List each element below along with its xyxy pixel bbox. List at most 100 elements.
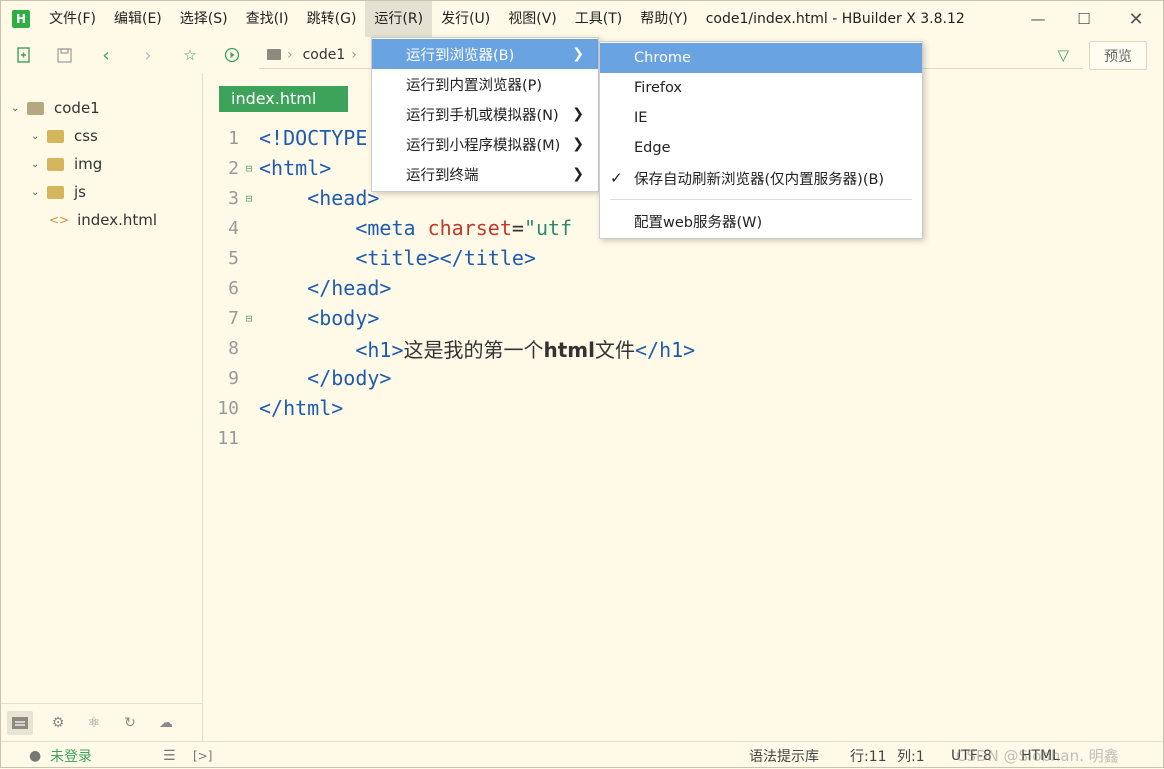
menu-publish[interactable]: 发行(U) (432, 1, 499, 37)
line-number: 7 (228, 307, 239, 329)
filter-icon[interactable]: ▽ (1057, 46, 1069, 64)
cursor-col: 列:1 (897, 748, 925, 765)
menu-find[interactable]: 查找(I) (237, 1, 298, 37)
user-icon: ● (29, 747, 42, 764)
app-window: H 文件(F) 编辑(E) 选择(S) 查找(I) 跳转(G) 运行(R) 发行… (0, 0, 1164, 768)
fold-toggle-icon[interactable]: ⊟ (239, 162, 259, 175)
code-text: <h1>这是我的第一个html文件</h1> (355, 337, 696, 362)
bookmark-star-icon[interactable]: ☆ (177, 42, 203, 68)
code-text: <meta charset="utf (355, 216, 573, 240)
menu-item-run-to-builtin-browser[interactable]: 运行到内置浏览器(P) (372, 69, 598, 99)
menu-item-ie[interactable]: IE (600, 103, 922, 133)
project-sidebar: ⌄ code1 ⌄ css ⌄ img ⌄ js <> index.html (1, 73, 203, 741)
line-number: 11 (217, 427, 239, 449)
line-number: 10 (217, 397, 239, 419)
terminal-icon[interactable]: [>] (193, 749, 212, 763)
back-icon[interactable]: ‹ (93, 42, 119, 68)
folder-icon (267, 49, 281, 60)
menu-view[interactable]: 视图(V) (499, 1, 566, 37)
code-line: 8 <h1>这是我的第一个html文件</h1> (203, 333, 1163, 363)
menu-select[interactable]: 选择(S) (171, 1, 237, 37)
code-line: 11 (203, 423, 1163, 453)
title-bar: H 文件(F) 编辑(E) 选择(S) 查找(I) 跳转(G) 运行(R) 发行… (1, 1, 1163, 37)
new-file-icon[interactable] (11, 42, 37, 68)
breadcrumb-project[interactable]: code1 (303, 47, 346, 63)
menu-tools[interactable]: 工具(T) (566, 1, 631, 37)
code-line: 9 </body> (203, 363, 1163, 393)
tree-item-js[interactable]: ⌄ js (31, 180, 86, 204)
tree-item-css[interactable]: ⌄ css (31, 124, 98, 148)
run-icon[interactable] (219, 42, 245, 68)
browser-submenu: Chrome Firefox IE Edge ✓ 保存自动刷新浏览器(仅内置服务… (599, 41, 923, 239)
menu-run[interactable]: 运行(R) (365, 1, 433, 37)
csdn-watermark: CSDN @Siobhan. 明鑫 (956, 747, 1119, 765)
chevron-right-icon: ❯ (572, 136, 584, 152)
menu-item-chrome[interactable]: Chrome (600, 43, 922, 73)
tree-item-index-html[interactable]: <> index.html (49, 208, 157, 232)
tree-item-img[interactable]: ⌄ img (31, 152, 102, 176)
fold-toggle-icon[interactable]: ⊟ (239, 192, 259, 205)
menu-item-run-to-miniprogram[interactable]: 运行到小程序模拟器(M) ❯ (372, 129, 598, 159)
close-icon[interactable]: ✕ (1113, 1, 1159, 37)
menu-item-auto-refresh[interactable]: ✓ 保存自动刷新浏览器(仅内置服务器)(B) (600, 163, 922, 193)
cursor-row: 行:11 (850, 748, 887, 765)
menu-item-firefox[interactable]: Firefox (600, 73, 922, 103)
tree-item-project[interactable]: ⌄ code1 (11, 96, 100, 120)
login-status[interactable]: 未登录 (50, 746, 92, 766)
git-icon[interactable]: ↻ (117, 711, 143, 735)
maximize-icon[interactable]: ☐ (1061, 1, 1107, 37)
project-folder-icon (27, 101, 44, 115)
code-text: <title></title> (259, 246, 536, 270)
chevron-right-icon: ❯ (572, 166, 584, 182)
forward-icon[interactable]: › (135, 42, 161, 68)
cloud-icon[interactable]: ☁ (153, 711, 179, 735)
fold-toggle-icon[interactable]: ⊟ (239, 312, 259, 325)
line-number: 3 (228, 187, 239, 209)
menu-separator (610, 199, 912, 200)
code-text: </head> (259, 276, 392, 300)
chevron-down-icon: ⌄ (31, 186, 40, 198)
tab-index-html[interactable]: index.html (219, 86, 348, 112)
menu-item-run-to-terminal[interactable]: 运行到终端 ❯ (372, 159, 598, 189)
syntax-library[interactable]: 语法提示库 (749, 746, 819, 766)
window-title: code1/index.html - HBuilder X 3.8.12 (705, 11, 965, 27)
code-line: 6 </head> (203, 273, 1163, 303)
tree-item-label: js (74, 183, 86, 201)
tree-item-label: index.html (77, 211, 158, 229)
line-number: 4 (228, 217, 239, 239)
tree-item-label: code1 (54, 99, 100, 117)
menu-edit[interactable]: 编辑(E) (105, 1, 171, 37)
menu-item-edge[interactable]: Edge (600, 133, 922, 163)
preview-button[interactable]: 预览 (1089, 41, 1147, 70)
menu-file[interactable]: 文件(F) (40, 1, 105, 37)
folder-icon (47, 157, 64, 171)
folder-icon (47, 129, 64, 143)
line-number: 5 (228, 247, 239, 269)
outline-icon[interactable]: ☰ (163, 748, 176, 764)
code-line: 10 </html> (203, 393, 1163, 423)
project-manager-icon[interactable] (7, 710, 33, 735)
chevron-right-icon: ❯ (572, 106, 584, 122)
hbuilder-logo-icon: H (12, 10, 30, 28)
code-line: 7 ⊟ <body> (203, 303, 1163, 333)
code-text: <!DOCTYPE (259, 126, 368, 150)
menu-item-run-to-browser[interactable]: 运行到浏览器(B) ❯ (372, 39, 598, 69)
folder-icon (47, 185, 64, 199)
minimize-icon[interactable]: — (1015, 1, 1061, 37)
menu-item-run-to-phone[interactable]: 运行到手机或模拟器(N) ❯ (372, 99, 598, 129)
plugin-icon[interactable]: ⚙ (45, 711, 71, 735)
menu-goto[interactable]: 跳转(G) (298, 1, 366, 37)
tree-item-label: css (74, 127, 98, 145)
code-text: <html> (259, 156, 332, 180)
menu-item-configure-web-server[interactable]: 配置web服务器(W) (600, 206, 922, 236)
checkmark-icon: ✓ (610, 169, 623, 187)
chevron-right-icon: ❯ (572, 46, 584, 62)
tree-item-label: img (74, 155, 103, 173)
code-text: <head> (259, 186, 380, 210)
debug-bug-icon[interactable]: ⚛ (81, 711, 107, 735)
save-icon[interactable] (51, 42, 77, 68)
menu-bar: 文件(F) 编辑(E) 选择(S) 查找(I) 跳转(G) 运行(R) 发行(U… (40, 1, 697, 37)
line-number: 1 (228, 127, 239, 149)
chevron-down-icon: ⌄ (31, 130, 40, 142)
menu-help[interactable]: 帮助(Y) (631, 1, 696, 37)
